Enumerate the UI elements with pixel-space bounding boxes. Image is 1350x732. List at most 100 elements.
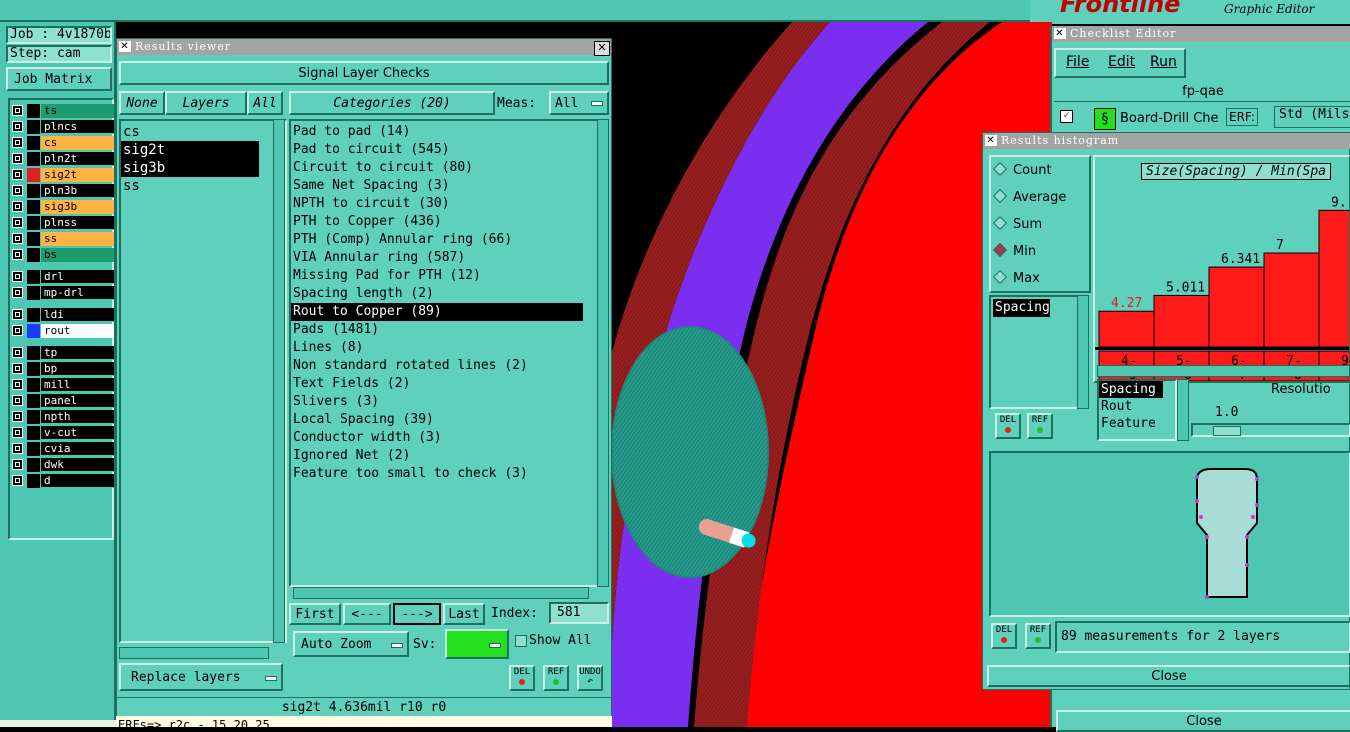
del-button[interactable]: DEL <box>509 665 535 691</box>
layer-checkbox[interactable] <box>12 271 23 282</box>
category-item[interactable]: VIA Annular ring (587) <box>291 249 583 267</box>
results-viewer-titlebar[interactable]: ✕ Results viewer <box>117 39 611 55</box>
layer-row-panel[interactable]: panel <box>10 394 114 409</box>
layer-checkbox[interactable] <box>12 459 23 470</box>
menu-file[interactable]: File <box>1066 54 1089 70</box>
erf-value-input[interactable]: Std (Mils <box>1274 106 1350 128</box>
layer-row-mill[interactable]: mill <box>10 378 114 393</box>
layer-checkbox[interactable] <box>12 153 23 164</box>
categories-list[interactable]: Pad to pad (14) Pad to circuit (545) Circu… <box>289 119 609 587</box>
layer-row-sig2t[interactable]: sig2t <box>10 168 114 183</box>
option-min[interactable]: Min <box>992 242 1036 259</box>
layer-checkbox[interactable] <box>12 217 23 228</box>
axis-item[interactable]: Feature <box>1099 415 1163 432</box>
layer-checkbox[interactable] <box>12 121 23 132</box>
histogram-bar[interactable] <box>1318 209 1350 348</box>
category-item[interactable]: Lines (8) <box>291 339 583 357</box>
preview-del-button[interactable]: DEL <box>991 623 1017 649</box>
field-item[interactable]: Spacing <box>993 299 1050 317</box>
checklist-close-button[interactable]: Close <box>1056 710 1350 732</box>
layer-list-item[interactable]: cs <box>121 123 259 141</box>
layer-checkbox[interactable] <box>12 169 23 180</box>
layer-list-item[interactable]: sig3b <box>121 159 259 177</box>
category-item[interactable]: Pads (1481) <box>291 321 583 339</box>
categories-scrollbar[interactable] <box>597 119 609 587</box>
histogram-bar[interactable] <box>1153 294 1210 348</box>
axis-item[interactable]: Rout <box>1099 398 1163 415</box>
histogram-bar[interactable] <box>1098 310 1155 348</box>
category-item[interactable]: Feature too small to check (3) <box>291 465 583 483</box>
category-item[interactable]: PTH to Copper (436) <box>291 213 583 231</box>
histogram-close-button[interactable]: Close <box>987 665 1350 687</box>
layer-row-dwk[interactable]: dwk <box>10 458 114 473</box>
chart-hscrollbar[interactable] <box>1097 365 1349 377</box>
layer-row-d[interactable]: d <box>10 474 114 489</box>
window-menu-icon[interactable]: ✕ <box>985 135 997 146</box>
category-item[interactable]: Pad to circuit (545) <box>291 141 583 159</box>
histogram-bar[interactable] <box>1208 266 1265 348</box>
checklist-row[interactable]: ✓ § Board-Drill Che ERF: Std (Mils <box>1054 106 1350 130</box>
slider-thumb[interactable] <box>1213 426 1241 436</box>
layer-checkbox[interactable] <box>12 475 23 486</box>
layer-row-ss[interactable]: ss <box>10 232 114 247</box>
menu-edit[interactable]: Edit <box>1108 54 1135 70</box>
layer-row-rout[interactable]: rout <box>10 324 114 339</box>
layer-checkbox[interactable] <box>12 137 23 148</box>
checklist-editor-titlebar[interactable]: ✕ Checklist Editor <box>1052 26 1350 42</box>
category-item[interactable]: Conductor width (3) <box>291 429 583 447</box>
layer-list-scrollbar[interactable] <box>273 119 285 643</box>
layer-row-cvia[interactable]: cvia <box>10 442 114 457</box>
category-item[interactable]: Local Spacing (39) <box>291 411 583 429</box>
category-item[interactable]: Spacing length (2) <box>291 285 583 303</box>
layer-checkbox[interactable] <box>12 427 23 438</box>
category-item[interactable]: Non standard rotated lines (2) <box>291 357 583 375</box>
next-button[interactable]: ---> <box>393 603 441 625</box>
axis-field-scrollbar[interactable] <box>1177 379 1189 441</box>
category-item[interactable]: Circuit to circuit (80) <box>291 159 583 177</box>
meas-dropdown[interactable]: All <box>549 91 609 115</box>
layer-list-item[interactable]: ss <box>121 177 259 195</box>
resolution-slider[interactable] <box>1191 423 1350 437</box>
layer-row-pln2t[interactable]: pln2t <box>10 152 114 167</box>
category-item[interactable]: PTH (Comp) Annular ring (66) <box>291 231 583 249</box>
category-item[interactable]: Pad to pad (14) <box>291 123 583 141</box>
close-icon[interactable]: ✕ <box>594 41 610 56</box>
layer-checkbox[interactable] <box>12 233 23 244</box>
layer-row-plnss[interactable]: plnss <box>10 216 114 231</box>
job-matrix-button[interactable]: Job Matrix <box>6 67 112 91</box>
option-max[interactable]: Max <box>992 269 1040 286</box>
category-item[interactable]: Missing Pad for PTH (12) <box>291 267 583 285</box>
undo-button[interactable]: UNDO ↶ <box>577 665 603 691</box>
first-button[interactable]: First <box>289 603 341 625</box>
categories-button[interactable]: Categories (20) <box>289 91 495 115</box>
window-menu-icon[interactable]: ✕ <box>119 41 131 52</box>
category-item[interactable]: Same Net Spacing (3) <box>291 177 583 195</box>
layer-row-mp-drl[interactable]: mp-drl <box>10 286 114 301</box>
option-count[interactable]: Count <box>992 161 1052 178</box>
signal-layer-checks-header[interactable]: Signal Layer Checks <box>119 61 609 85</box>
layer-checkbox[interactable] <box>12 411 23 422</box>
layer-row-v-cut[interactable]: v-cut <box>10 426 114 441</box>
ref-button[interactable]: REF <box>543 665 569 691</box>
layer-checkbox[interactable] <box>12 443 23 454</box>
categories-hscrollbar[interactable] <box>293 587 589 599</box>
row-checkbox[interactable]: ✓ <box>1060 110 1073 123</box>
axis-item[interactable]: Spacing <box>1099 381 1163 398</box>
option-sum[interactable]: Sum <box>992 215 1042 232</box>
category-item[interactable]: NPTH to circuit (30) <box>291 195 583 213</box>
layer-checkbox[interactable] <box>12 363 23 374</box>
none-button[interactable]: None <box>119 91 165 115</box>
preview-ref-button[interactable]: REF <box>1025 623 1051 649</box>
category-item[interactable]: Rout to Copper (89) <box>291 303 583 321</box>
layer-checkbox[interactable] <box>12 287 23 298</box>
show-all-checkbox[interactable] <box>515 635 527 647</box>
prev-button[interactable]: <--- <box>343 603 391 625</box>
results-histogram-titlebar[interactable]: ✕ Results histogram <box>983 133 1350 149</box>
menu-run[interactable]: Run <box>1150 54 1177 70</box>
left-field-list[interactable]: Spacing <box>989 295 1083 409</box>
layer-checkbox[interactable] <box>12 347 23 358</box>
layer-select-list[interactable]: cs sig2t sig3b ss <box>119 119 287 643</box>
layer-checkbox[interactable] <box>12 185 23 196</box>
index-input[interactable]: 581 <box>549 602 609 624</box>
layer-row-bs[interactable]: bs <box>10 248 114 263</box>
